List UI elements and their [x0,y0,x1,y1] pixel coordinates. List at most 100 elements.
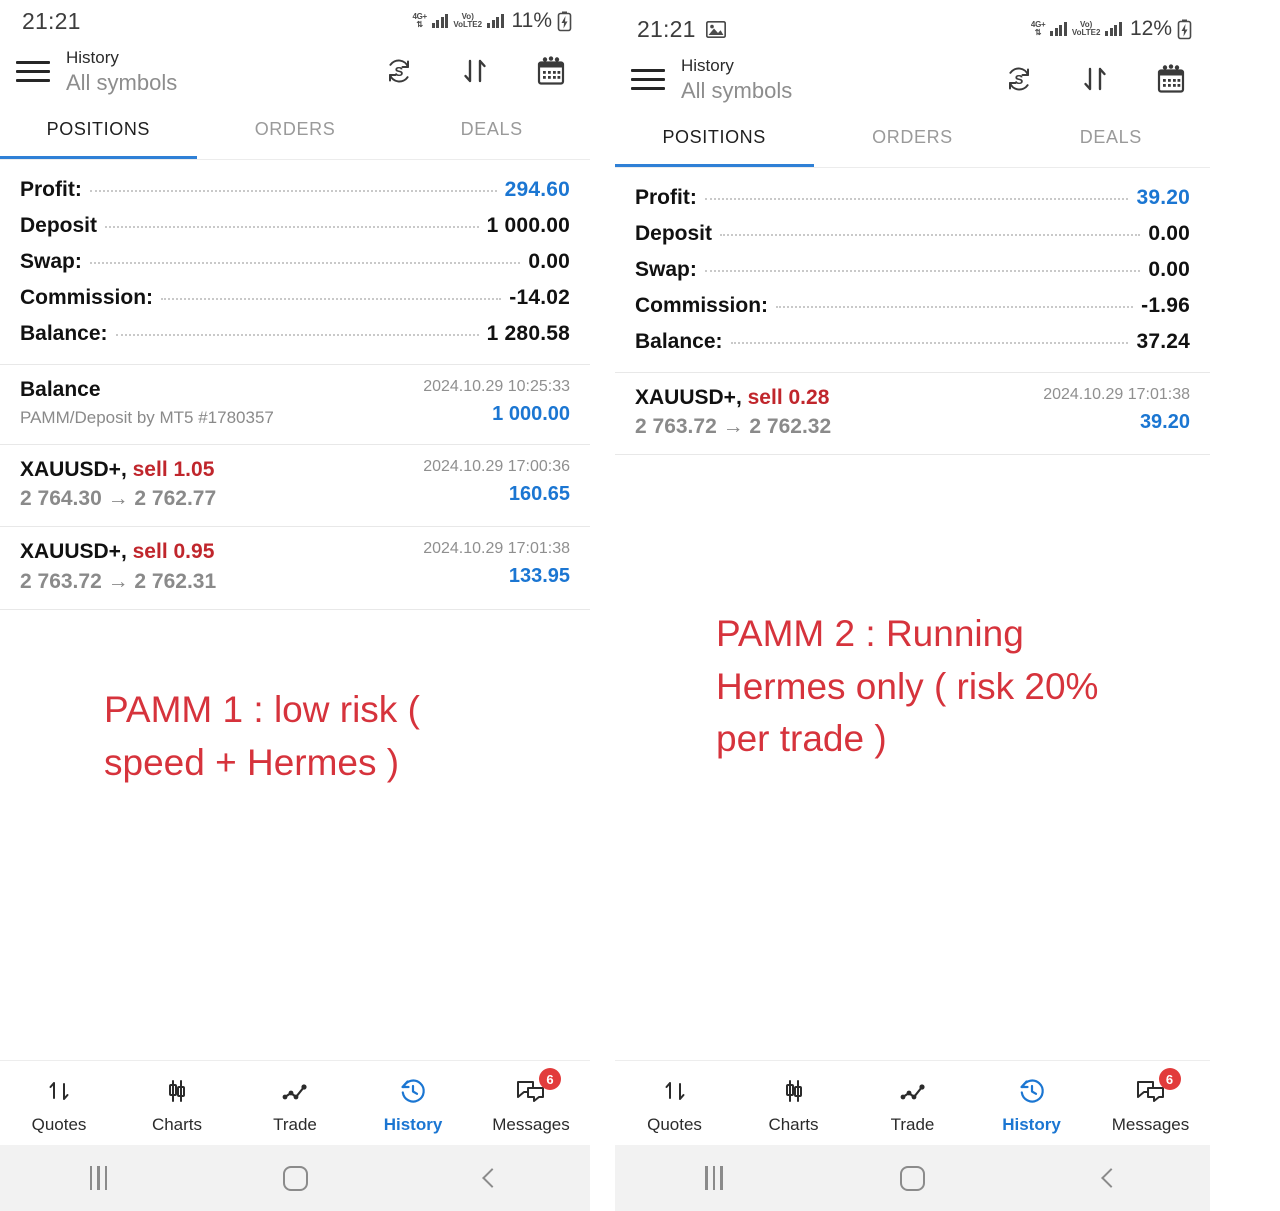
summary-value: -14.02 [509,285,570,309]
list-item[interactable]: XAUUSD+, sell 0.28 2 763.72 → 2 762.32 2… [615,373,1210,455]
deal-volume: 0.95 [173,540,215,564]
android-nav-bar [0,1145,590,1211]
summary-label: Balance: [20,321,108,345]
list-item[interactable]: XAUUSD+, sell 0.95 2 763.72 → 2 762.31 2… [0,527,590,609]
deal-side: sell [747,385,783,409]
history-clock-icon [1017,1075,1047,1107]
dot-leader [704,197,1129,200]
tab-orders[interactable]: ORDERS [813,113,1011,164]
messages-badge: 6 [1158,1068,1181,1090]
dot-leader [89,261,521,264]
messages-chat-icon: 6 [515,1068,561,1107]
dot-leader [730,341,1129,344]
annotation-pamm1: PAMM 1 : low risk ( speed + Hermes ) [104,689,420,783]
deal-prices: 2 763.72 → 2 762.32 [635,415,832,439]
nav-history[interactable]: History [354,1061,472,1145]
account-summary: Profit: 294.60 Deposit 1 000.00 Swap: 0.… [0,160,590,358]
android-recents-button[interactable] [615,1166,813,1190]
nav-label: History [1002,1115,1061,1134]
battery-percent: 11% [511,9,552,32]
tab-bar: POSITIONS ORDERS DEALS [615,113,1210,164]
nav-charts[interactable]: Charts [734,1061,853,1145]
history-clock-icon [398,1075,428,1107]
deal-symbol-line: XAUUSD+, sell 1.05 [20,457,423,483]
summary-row-swap: Swap: 0.00 [635,252,1190,288]
account-summary: Profit: 39.20 Deposit 0.00 Swap: 0.00 Co… [615,168,1210,366]
status-time: 21:21 [637,15,696,42]
calendar-icon[interactable] [534,54,568,88]
deal-symbol: XAUUSD+, [20,457,127,481]
tab-positions[interactable]: POSITIONS [615,113,813,164]
deal-info: XAUUSD+, sell 1.05 2 764.30 → 2 762.77 [20,457,423,513]
page-subtitle: All symbols [681,77,793,103]
nav-trade[interactable]: Trade [853,1061,972,1145]
page-title: History [66,48,119,67]
android-home-button[interactable] [197,1165,394,1191]
volte-label: VoLTE2 [1071,28,1101,37]
header-actions: S [382,54,568,88]
nav-messages[interactable]: 6 Messages [472,1061,590,1145]
summary-row-profit: Profit: 294.60 [20,172,570,208]
status-indicators: 4G+ ⇅ Vo) VoLTE2 11% [412,9,572,33]
summary-value: 0.00 [528,249,570,273]
deal-volume: 1.05 [173,457,215,481]
recents-icon [705,1166,723,1190]
summary-label: Deposit [635,221,713,245]
summary-label: Profit: [635,185,697,209]
nav-quotes[interactable]: Quotes [615,1061,734,1145]
screenshot-stage: 21:21 4G+ ⇅ Vo) VoLTE2 11% History All s… [0,0,1280,1211]
menu-button[interactable] [631,68,665,90]
nav-quotes[interactable]: Quotes [0,1061,118,1145]
volte-icon: Vo) VoLTE2 [1071,20,1101,37]
calendar-icon[interactable] [1154,62,1188,96]
nav-charts[interactable]: Charts [118,1061,236,1145]
list-item[interactable]: XAUUSD+, sell 1.05 2 764.30 → 2 762.77 2… [0,445,590,527]
app-header: History All symbols S [0,42,590,105]
currency-refresh-icon[interactable]: S [1002,62,1036,96]
nav-label: Quotes [647,1115,702,1134]
deal-amount: 39.20 [1139,410,1190,433]
summary-row-deposit: Deposit 0.00 [635,216,1190,252]
summary-value: -1.96 [1141,293,1190,317]
android-home-button[interactable] [813,1165,1011,1191]
deal-symbol-line: XAUUSD+, sell 0.28 [635,385,1043,411]
nav-label: History [383,1115,443,1134]
list-divider [0,608,590,610]
signal-bars-2-icon [1105,22,1122,36]
list-item[interactable]: Balance PAMM/Deposit by MT5 #1780357 202… [0,365,590,444]
sort-icon[interactable] [1078,62,1112,96]
nav-label: Charts [768,1115,819,1134]
android-back-button[interactable] [393,1168,590,1188]
summary-label: Swap: [635,257,697,281]
deal-time: 2024.10.29 17:01:38 [423,540,570,558]
android-recents-button[interactable] [0,1166,197,1190]
deal-meta: 2024.10.29 17:01:38 133.95 [423,539,570,595]
nav-trade[interactable]: Trade [236,1061,354,1145]
deal-subtitle: PAMM/Deposit by MT5 #1780357 [20,408,274,428]
app-header: History All symbols S [615,50,1210,113]
android-back-button[interactable] [1012,1168,1210,1188]
sort-icon[interactable] [458,54,492,88]
status-indicators: 4G+ ⇅ Vo) VoLTE2 12% [1031,17,1192,41]
page-subtitle: All symbols [66,69,178,95]
deal-amount: 1 000.00 [492,402,570,425]
quotes-arrows-icon [44,1075,74,1107]
summary-value: 37.24 [1136,329,1190,353]
deal-prices: 2 763.72 → 2 762.31 [20,569,217,593]
nav-history[interactable]: History [972,1061,1091,1145]
signal-bars-2-icon [487,14,504,28]
tab-orders[interactable]: ORDERS [197,105,394,156]
tab-deals[interactable]: DEALS [1012,113,1210,164]
currency-refresh-icon[interactable]: S [382,54,416,88]
dot-leader [161,297,502,300]
deal-symbol: Balance [20,377,101,401]
deal-meta: 2024.10.29 17:01:38 39.20 [1043,385,1190,441]
tab-positions[interactable]: POSITIONS [0,105,197,156]
deal-amount: 160.65 [508,482,570,505]
phone-screen-pamm1: 21:21 4G+ ⇅ Vo) VoLTE2 11% History All s… [0,0,590,1211]
menu-button[interactable] [16,60,50,82]
tab-deals[interactable]: DEALS [393,105,590,156]
summary-label: Commission: [635,293,769,317]
nav-messages[interactable]: 6 Messages [1091,1061,1210,1145]
battery-charging-icon [1177,19,1192,39]
